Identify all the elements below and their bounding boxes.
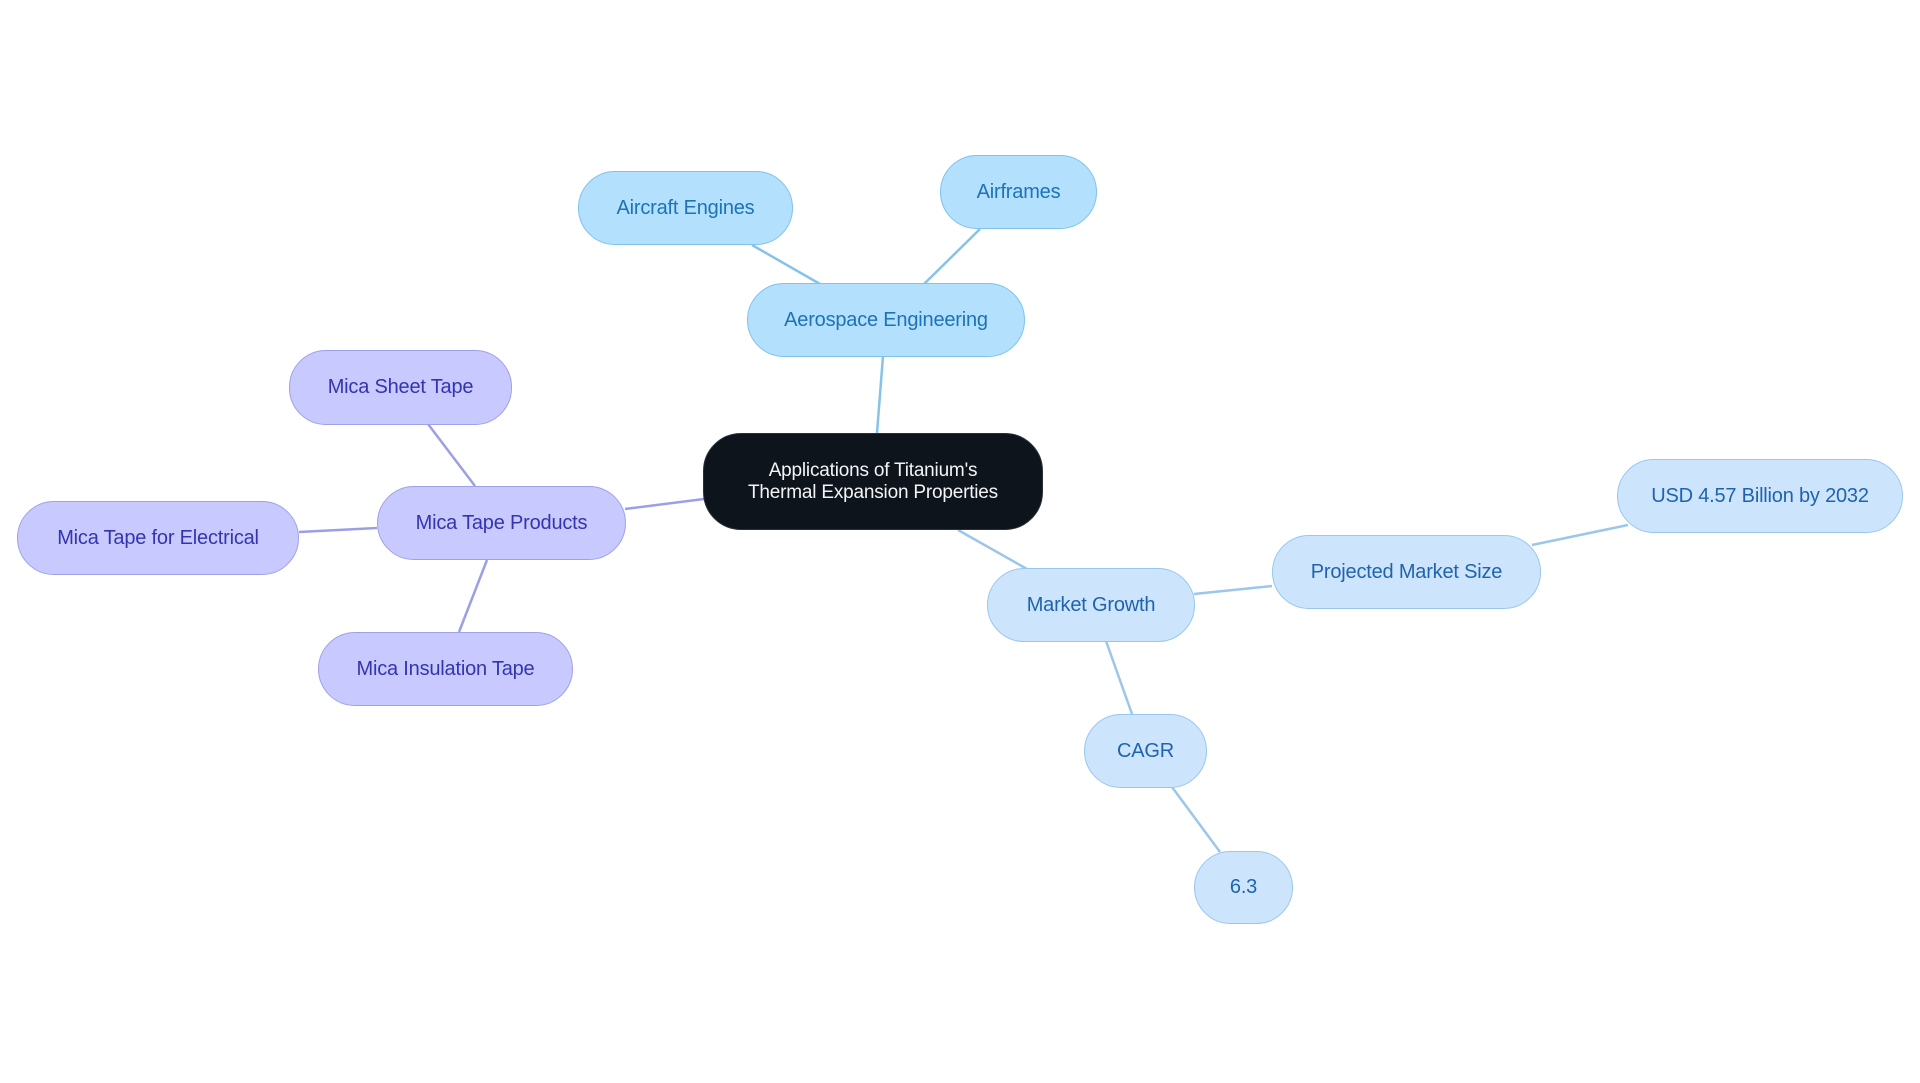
edge-root-mica-products	[624, 497, 705, 511]
node-label: 6.3	[1229, 876, 1258, 898]
edge-mica-products-electrical	[298, 526, 378, 534]
node-label: Mica Tape for Electrical	[57, 526, 259, 549]
node-mica-insulation-tape[interactable]: Mica Insulation Tape	[318, 632, 573, 706]
edge-aerospace-aircraft-engines	[751, 243, 821, 286]
root-node[interactable]: Applications of Titanium's Thermal Expan…	[703, 433, 1043, 530]
node-cagr-value[interactable]: 6.3	[1194, 851, 1293, 924]
node-aerospace-engineering[interactable]: Aerospace Engineering	[747, 283, 1025, 357]
node-aircraft-engines[interactable]: Aircraft Engines	[578, 171, 793, 245]
root-title-line-1: Applications of Titanium's	[768, 459, 978, 481]
edge-market-growth-projected	[1193, 584, 1273, 596]
node-label: Mica Sheet Tape	[327, 376, 474, 398]
node-label: Mica Insulation Tape	[356, 657, 535, 680]
edge-aerospace-airframes	[923, 228, 981, 285]
node-usd-4-57-billion[interactable]: USD 4.57 Billion by 2032	[1617, 459, 1903, 533]
node-label: Market Growth	[1026, 593, 1156, 616]
edge-market-growth-cagr	[1104, 640, 1134, 715]
node-label: CAGR	[1117, 739, 1174, 762]
edge-mica-products-insulation	[457, 559, 489, 633]
node-mica-tape-for-electrical[interactable]: Mica Tape for Electrical	[17, 501, 299, 575]
node-projected-market-size[interactable]: Projected Market Size	[1272, 535, 1541, 609]
node-mica-sheet-tape[interactable]: Mica Sheet Tape	[289, 350, 512, 425]
edge-root-market-growth	[957, 528, 1028, 571]
node-label: USD 4.57 Billion by 2032	[1651, 484, 1869, 507]
node-label: Aerospace Engineering	[784, 308, 988, 331]
node-label: Airframes	[976, 180, 1061, 203]
node-cagr[interactable]: CAGR	[1084, 714, 1207, 788]
edge-mica-products-sheet	[427, 423, 476, 487]
edge-projected-usd	[1531, 523, 1629, 547]
node-market-growth[interactable]: Market Growth	[987, 568, 1195, 642]
edge-cagr-value	[1170, 786, 1222, 853]
node-label: Mica Tape Products	[415, 511, 588, 534]
edge-root-aerospace	[875, 355, 885, 434]
node-label: Projected Market Size	[1310, 560, 1503, 583]
node-mica-tape-products[interactable]: Mica Tape Products	[377, 486, 626, 560]
node-label: Aircraft Engines	[616, 196, 755, 219]
node-airframes[interactable]: Airframes	[940, 155, 1097, 229]
root-title-line-2: Thermal Expansion Properties	[748, 481, 998, 503]
